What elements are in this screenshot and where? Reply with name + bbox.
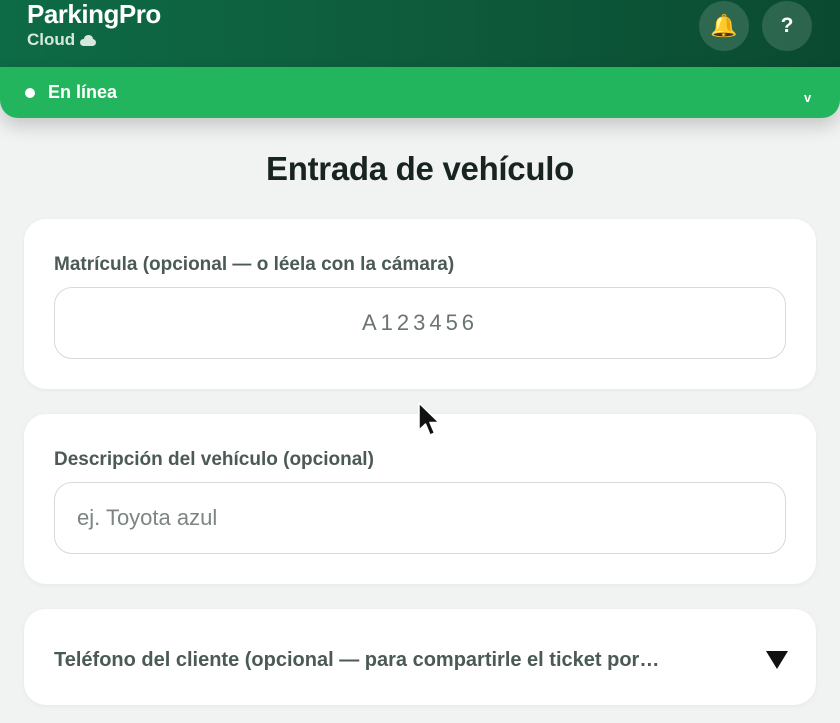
- description-input[interactable]: [54, 482, 786, 554]
- help-button[interactable]: ?: [762, 1, 812, 51]
- bell-icon: 🔔: [710, 13, 738, 38]
- mouse-pointer-icon: [418, 402, 440, 436]
- app-header: ParkingPro Cloud 🔔 ?: [0, 0, 840, 67]
- triangle-down-icon[interactable]: [766, 651, 788, 669]
- phone-label: Teléfono del cliente (opcional — para co…: [54, 648, 660, 671]
- status-dot-icon: [25, 88, 35, 98]
- plate-card: Matrícula (opcional — o léela con la cám…: [24, 219, 816, 389]
- status-text: En línea: [48, 82, 118, 102]
- brand-subtitle: Cloud: [27, 30, 161, 50]
- plate-input[interactable]: [54, 287, 786, 359]
- cloud-icon: [79, 34, 97, 46]
- help-icon: ?: [780, 14, 794, 37]
- brand: ParkingPro Cloud: [27, 0, 161, 50]
- notifications-button[interactable]: 🔔: [699, 1, 749, 51]
- page-title: Entrada de vehículo: [266, 150, 574, 187]
- chevron-down-icon[interactable]: v: [804, 90, 811, 105]
- phone-card: Teléfono del cliente (opcional — para co…: [24, 609, 816, 705]
- description-label: Descripción del vehículo (opcional): [54, 449, 374, 470]
- brand-name: ParkingPro: [27, 0, 161, 29]
- app-page: ParkingPro Cloud 🔔 ? En línea v Entrada …: [0, 0, 840, 723]
- plate-label: Matrícula (opcional — o léela con la cám…: [54, 254, 455, 275]
- connection-status-bar[interactable]: En línea v: [0, 67, 840, 118]
- brand-subtitle-text: Cloud: [27, 30, 76, 49]
- description-card: Descripción del vehículo (opcional): [24, 414, 816, 584]
- phone-expand-toggle[interactable]: Teléfono del cliente (opcional — para co…: [54, 647, 788, 673]
